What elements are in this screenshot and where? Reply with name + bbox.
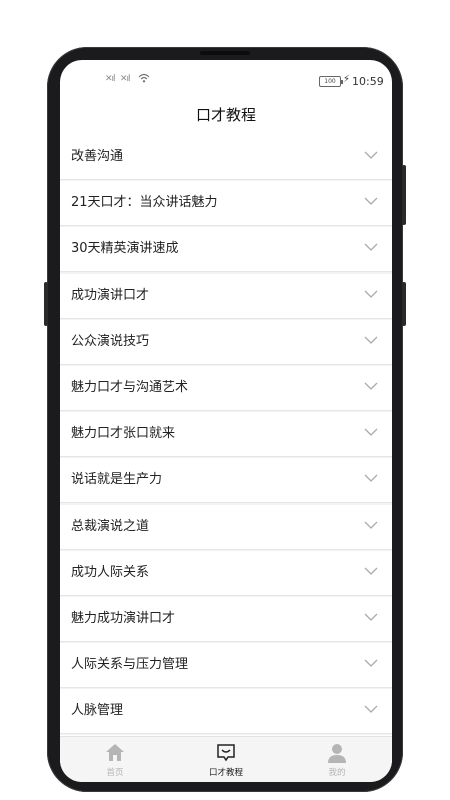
tab-tutorials[interactable]: 口才教程	[171, 737, 281, 782]
list-item[interactable]: 人际关系与压力管理	[60, 643, 392, 689]
charging-icon: ⚡	[343, 74, 351, 85]
list-item-label: 魅力口才与沟通艺术	[71, 379, 189, 395]
phone-speaker	[200, 51, 250, 55]
list-item-label: 说话就是生产力	[71, 472, 163, 488]
list-item-label: 改善沟通	[71, 149, 124, 164]
list-item[interactable]: 成功人际关系	[60, 550, 392, 596]
list-item-label: 成功演讲口才	[71, 287, 150, 303]
tab-home[interactable]: 首页	[60, 737, 170, 782]
list-item[interactable]: 公众演说技巧	[60, 319, 392, 365]
list-item[interactable]: 人脉管理	[60, 689, 392, 735]
chevron-down-icon	[364, 290, 378, 298]
list-item-label: 人脉管理	[71, 703, 124, 719]
signal-icon-sim2: ✕ıl	[120, 74, 131, 84]
person-icon	[328, 744, 346, 763]
status-bar: ✕ıl ✕ıl 100 ⚡ 10:59	[60, 60, 392, 96]
chevron-down-icon	[364, 521, 378, 529]
list-item-label: 成功人际关系	[71, 564, 150, 580]
list-item[interactable]: 说话就是生产力	[60, 458, 392, 504]
tab-mine[interactable]: 我的	[282, 737, 392, 782]
chevron-down-icon	[364, 474, 378, 483]
phone-side-button-right-top	[402, 165, 406, 225]
list-item-label: 30天精英演讲速成	[71, 241, 179, 257]
wifi-icon	[138, 73, 150, 83]
status-time: 10:59	[352, 75, 384, 88]
screen: ✕ıl ✕ıl 100 ⚡ 10:59 口才教程 改善沟通 21天口才：当众讲话魅…	[60, 60, 392, 782]
list-item-label: 公众演说技巧	[71, 333, 150, 349]
tab-home-label: 首页	[106, 768, 124, 778]
list-item[interactable]: 总裁演说之道	[60, 504, 392, 550]
chevron-down-icon	[364, 659, 378, 667]
chevron-down-icon	[364, 197, 378, 206]
home-icon	[106, 744, 124, 761]
chevron-down-icon	[364, 151, 378, 159]
list-item[interactable]: 魅力口才与沟通艺术	[60, 365, 392, 411]
chevron-down-icon	[364, 613, 378, 621]
list-item[interactable]: 21天口才：当众讲话魅力	[60, 181, 392, 227]
tab-tutorials-label: 口才教程	[208, 768, 243, 778]
list-item-label: 21天口才：当众讲话魅力	[71, 195, 218, 211]
list-item[interactable]: 魅力成功演讲口才	[60, 596, 392, 642]
signal-icon-sim1: ✕ıl	[105, 74, 116, 84]
list-item[interactable]: 改善沟通	[60, 135, 392, 180]
chevron-down-icon	[364, 567, 378, 575]
battery-icon: 100	[319, 76, 343, 87]
list-item[interactable]: 成功演讲口才	[60, 273, 392, 319]
list-item-label: 人际关系与压力管理	[71, 657, 189, 673]
tutorial-list[interactable]: 改善沟通 21天口才：当众讲话魅力 30天精英演讲速成 成功演讲口才 公众演说技巧魅力口…	[60, 135, 392, 746]
chat-icon	[217, 744, 235, 762]
phone-side-button-left	[44, 282, 48, 326]
bottom-tab-bar: 首页 口才教程 我的	[60, 736, 392, 782]
chevron-down-icon	[364, 243, 378, 252]
chevron-down-icon	[364, 382, 378, 390]
list-item-label: 魅力口才张口就来	[71, 426, 176, 442]
list-item[interactable]: 30天精英演讲速成	[60, 227, 392, 273]
list-item-label: 魅力成功演讲口才	[71, 610, 176, 626]
list-item[interactable]: 魅力口才张口就来	[60, 412, 392, 458]
chevron-down-icon	[364, 705, 378, 714]
chevron-down-icon	[364, 428, 378, 437]
phone-side-button-right-bottom	[402, 282, 406, 326]
page-title: 口才教程	[195, 106, 256, 124]
list-item-label: 总裁演说之道	[71, 518, 150, 534]
chevron-down-icon	[364, 336, 378, 344]
title-bar: 口才教程	[60, 96, 392, 134]
tab-mine-label: 我的	[328, 768, 346, 778]
